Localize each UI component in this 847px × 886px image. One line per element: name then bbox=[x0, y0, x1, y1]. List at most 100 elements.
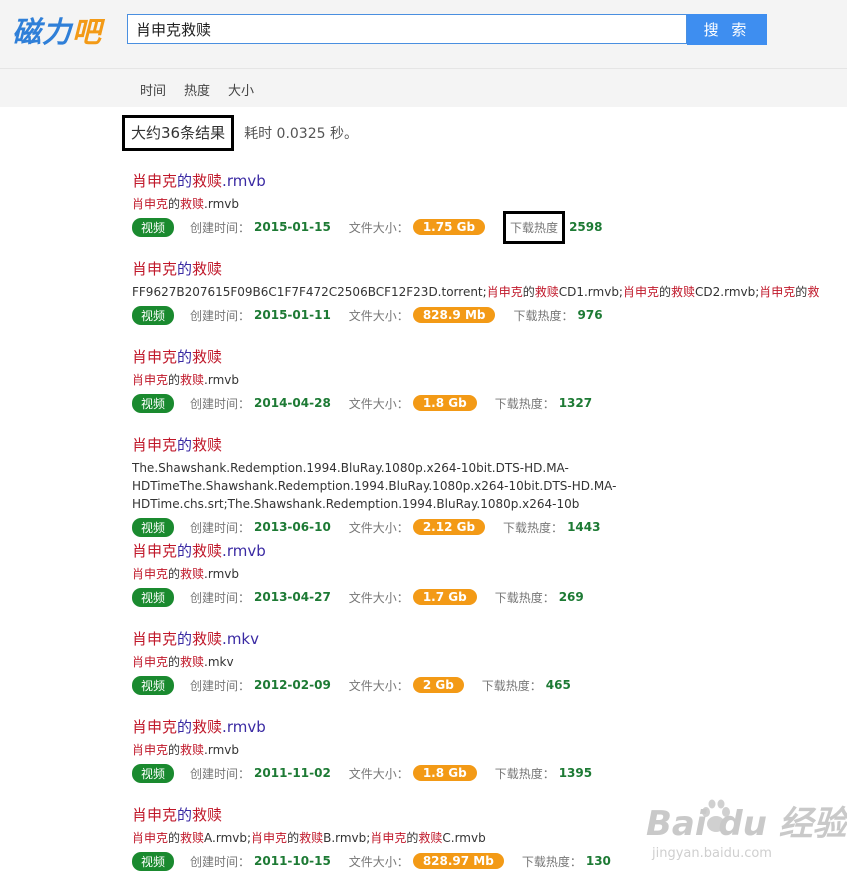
category-tag[interactable]: 视频 bbox=[132, 393, 175, 413]
created-time-value: 2015-01-15 bbox=[254, 220, 331, 234]
result-file-segment: 肖申克 bbox=[132, 197, 169, 211]
sort-by-size[interactable]: 大小 bbox=[228, 80, 254, 99]
result-meta: 视频 创建时间： 2013-06-10 文件大小： 2.12 Gb 下载热度： 1443 bbox=[132, 515, 847, 539]
result-title-segment: 救赎 bbox=[192, 260, 223, 278]
result-title-link[interactable]: 肖申克的救赎.mkv bbox=[132, 628, 847, 649]
file-size-badge: 1.75 Gb bbox=[412, 219, 486, 235]
result-file-segment: 救赎 bbox=[180, 831, 205, 845]
result-item: 肖申克的救赎 The.Shawshank.Redemption.1994.BluR… bbox=[132, 434, 847, 539]
logo-text-part2: 吧 bbox=[72, 15, 103, 49]
download-heat-value: 1395 bbox=[558, 766, 593, 780]
result-title-link[interactable]: 肖申克的救赎.rmvb bbox=[132, 540, 847, 561]
download-heat-value: 130 bbox=[585, 854, 611, 868]
category-tag[interactable]: 视频 bbox=[132, 675, 175, 695]
result-file-segment: 救赎 bbox=[418, 831, 443, 845]
sort-by-popularity[interactable]: 热度 bbox=[184, 80, 210, 99]
result-title-segment: 肖申克 bbox=[132, 718, 178, 736]
result-file-segment: 救赎 bbox=[180, 373, 205, 387]
sort-by-time[interactable]: 时间 bbox=[140, 80, 166, 99]
result-file-segment: The.Shawshank.Redemption.1994.BluRay.108… bbox=[132, 461, 617, 511]
result-title-link[interactable]: 肖申克的救赎 bbox=[132, 346, 847, 367]
search-time: 耗时 0.0325 秒。 bbox=[244, 126, 358, 142]
category-tag[interactable]: 视频 bbox=[132, 763, 175, 783]
result-title-segment: 的 bbox=[177, 542, 193, 560]
category-tag[interactable]: 视频 bbox=[132, 217, 175, 237]
result-file-segment: 的 bbox=[406, 831, 419, 845]
result-file-segment: 救赎 bbox=[534, 285, 559, 299]
result-file-segment: 救赎 bbox=[180, 567, 205, 581]
result-file-segment: 的 bbox=[168, 743, 181, 757]
result-title-segment: .mkv bbox=[222, 630, 259, 648]
search-input[interactable] bbox=[127, 14, 687, 44]
download-heat-label: 下载热度： bbox=[494, 766, 555, 781]
result-file-segment: 肖申克 bbox=[251, 831, 288, 845]
result-title-segment: .rmvb bbox=[222, 542, 266, 560]
result-file-segment: .rmvb bbox=[204, 567, 239, 581]
site-logo[interactable]: 磁力吧 bbox=[12, 10, 102, 50]
result-title-link[interactable]: 肖申克的救赎.rmvb bbox=[132, 170, 847, 191]
created-time-label: 创建时间： bbox=[190, 220, 251, 235]
sort-bar: 时间 热度 大小 bbox=[0, 68, 847, 107]
result-title-segment: 肖申克 bbox=[132, 260, 178, 278]
created-time-label: 创建时间： bbox=[190, 590, 251, 605]
result-title-link[interactable]: 肖申克的救赎 bbox=[132, 434, 847, 455]
file-size-badge: 2 Gb bbox=[412, 677, 464, 693]
result-title-segment: 肖申克 bbox=[132, 348, 178, 366]
results-summary: 大约36条结果 耗时 0.0325 秒。 bbox=[122, 115, 358, 151]
category-tag[interactable]: 视频 bbox=[132, 587, 175, 607]
result-file-segment: 肖申克 bbox=[132, 655, 169, 669]
category-tag[interactable]: 视频 bbox=[132, 851, 175, 871]
category-tag[interactable]: 视频 bbox=[132, 305, 175, 325]
result-file-list: 肖申克的救赎.mkv bbox=[132, 653, 847, 671]
result-file-list: 肖申克的救赎.rmvb bbox=[132, 741, 847, 759]
result-title-segment: 肖申克 bbox=[132, 172, 178, 190]
created-time-value: 2015-01-11 bbox=[254, 308, 331, 322]
result-file-segment: 的 bbox=[795, 285, 808, 299]
result-file-segment: C.rmvb bbox=[442, 831, 486, 845]
result-file-list: 肖申克的救赎.rmvb bbox=[132, 565, 847, 583]
download-heat-label: 下载热度： bbox=[494, 396, 555, 411]
result-title-segment: 肖申克 bbox=[132, 630, 178, 648]
created-time-label: 创建时间： bbox=[190, 520, 251, 535]
file-size-label: 文件大小： bbox=[348, 520, 409, 535]
result-file-segment: 肖申克 bbox=[132, 831, 169, 845]
result-file-list: The.Shawshank.Redemption.1994.BluRay.108… bbox=[132, 459, 847, 513]
result-file-segment: CD1.rmvb; bbox=[558, 285, 623, 299]
result-title-segment: 肖申克 bbox=[132, 436, 178, 454]
created-time-value: 2011-10-15 bbox=[254, 854, 331, 868]
result-file-segment: .mkv bbox=[204, 655, 234, 669]
result-title-segment: 的 bbox=[177, 806, 193, 824]
result-title-segment: 的 bbox=[177, 718, 193, 736]
result-title-segment: 救赎 bbox=[192, 718, 223, 736]
result-file-segment: 肖申克 bbox=[370, 831, 407, 845]
download-heat-value: 269 bbox=[558, 590, 584, 604]
result-meta: 视频 创建时间： 2012-02-09 文件大小： 2 Gb 下载热度： 465 bbox=[132, 673, 847, 697]
search-button[interactable]: 搜 索 bbox=[687, 14, 767, 45]
result-file-segment: 肖申克 bbox=[622, 285, 659, 299]
result-title-segment: 的 bbox=[177, 348, 193, 366]
result-file-list: 肖申克的救赎.rmvb bbox=[132, 371, 847, 389]
file-size-badge: 1.7 Gb bbox=[412, 589, 477, 605]
result-file-segment: .rmvb bbox=[204, 197, 239, 211]
result-title-link[interactable]: 肖申克的救赎.rmvb bbox=[132, 716, 847, 737]
result-meta: 视频 创建时间： 2015-01-11 文件大小： 828.9 Mb 下载热度： 976 bbox=[132, 303, 847, 327]
result-file-segment: 肖申克 bbox=[759, 285, 796, 299]
logo-text-part1: 磁力 bbox=[12, 15, 73, 49]
created-time-label: 创建时间： bbox=[190, 308, 251, 323]
result-file-segment: 肖申克 bbox=[132, 373, 169, 387]
result-item: 肖申克的救赎 肖申克的救赎.rmvb 视频 创建时间： 2014-04-28 文件大小： 1… bbox=[132, 346, 847, 415]
result-title-link[interactable]: 肖申克的救赎 bbox=[132, 258, 847, 279]
result-title-segment: 的 bbox=[177, 260, 193, 278]
result-file-segment: .rmvb bbox=[204, 743, 239, 757]
result-item: 肖申克的救赎.mkv 肖申克的救赎.mkv 视频 创建时间： 2012-02-09 文件大… bbox=[132, 628, 847, 697]
file-size-badge: 1.8 Gb bbox=[412, 395, 477, 411]
created-time-label: 创建时间： bbox=[190, 396, 251, 411]
file-size-badge: 2.12 Gb bbox=[412, 519, 486, 535]
category-tag[interactable]: 视频 bbox=[132, 517, 175, 537]
result-title-segment: 的 bbox=[177, 630, 193, 648]
result-meta: 视频 创建时间： 2015-01-15 文件大小： 1.75 Gb 下载热度 2598 bbox=[132, 210, 847, 244]
result-item: 肖申克的救赎 FF9627B207615F09B6C1F7F472C2506BCF… bbox=[132, 258, 847, 327]
result-title-segment: 救赎 bbox=[192, 348, 223, 366]
result-file-segment: 救赎 bbox=[671, 285, 696, 299]
result-file-segment: 肖申克 bbox=[132, 743, 169, 757]
